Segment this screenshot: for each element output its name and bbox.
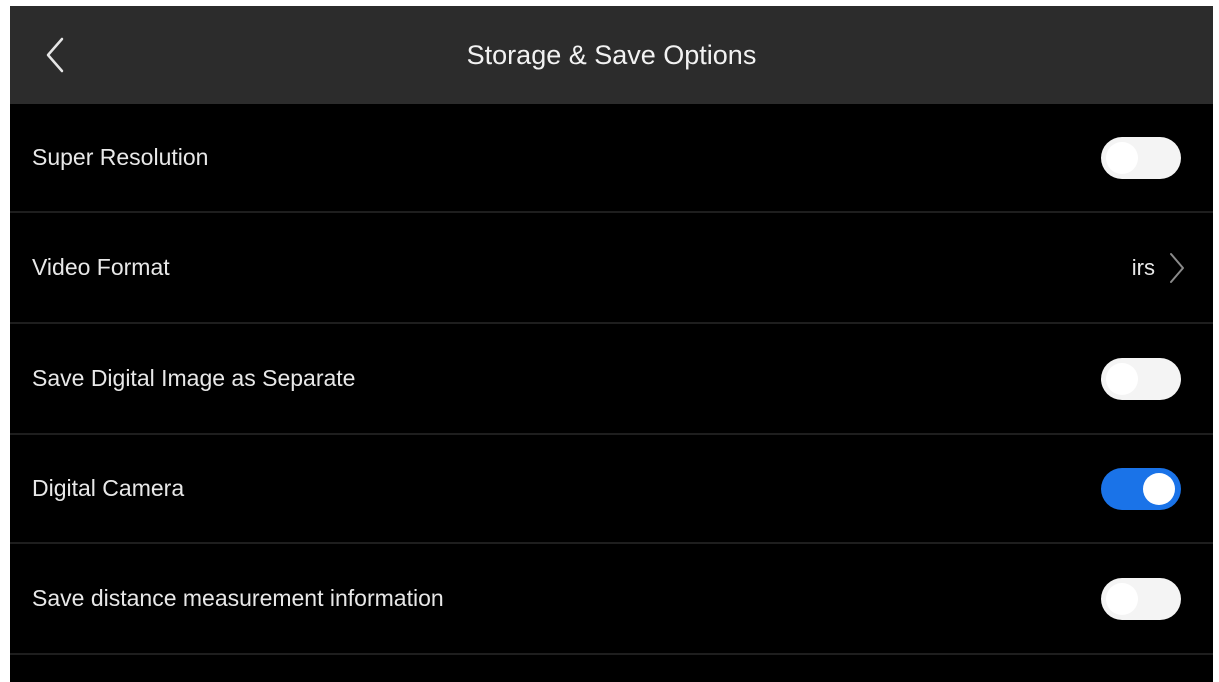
chevron-right-icon [1169,251,1185,285]
settings-list: Super Resolution Video Format irs Save D… [10,104,1213,682]
save-digital-image-toggle[interactable] [1101,357,1181,400]
setting-row-super-resolution: Super Resolution [10,104,1213,213]
setting-label: Save Digital Image as Separate [32,365,356,391]
setting-label: Super Resolution [32,144,209,170]
setting-row-save-digital-image: Save Digital Image as Separate [10,324,1213,435]
setting-row-video-format[interactable]: Video Format irs [10,213,1213,324]
header-bar: Storage & Save Options [10,6,1213,104]
setting-row-save-distance: Save distance measurement information [10,544,1213,655]
page-title: Storage & Save Options [466,40,757,70]
settings-screen: Storage & Save Options Super Resolution … [10,6,1213,682]
digital-camera-toggle[interactable] [1101,467,1181,510]
setting-label: Digital Camera [32,475,185,501]
super-resolution-toggle[interactable] [1101,136,1181,179]
setting-row-partial [10,655,1213,682]
setting-label: Video Format [32,254,170,280]
video-format-selector[interactable]: irs [1132,213,1185,322]
toggle-knob [1106,141,1138,174]
toggle-knob [1106,362,1138,395]
toggle-knob [1106,582,1138,615]
save-distance-toggle[interactable] [1101,577,1181,620]
toggle-knob [1143,472,1175,505]
setting-row-digital-camera: Digital Camera [10,435,1213,544]
setting-label: Save distance measurement information [32,585,444,611]
video-format-value: irs [1131,254,1155,280]
